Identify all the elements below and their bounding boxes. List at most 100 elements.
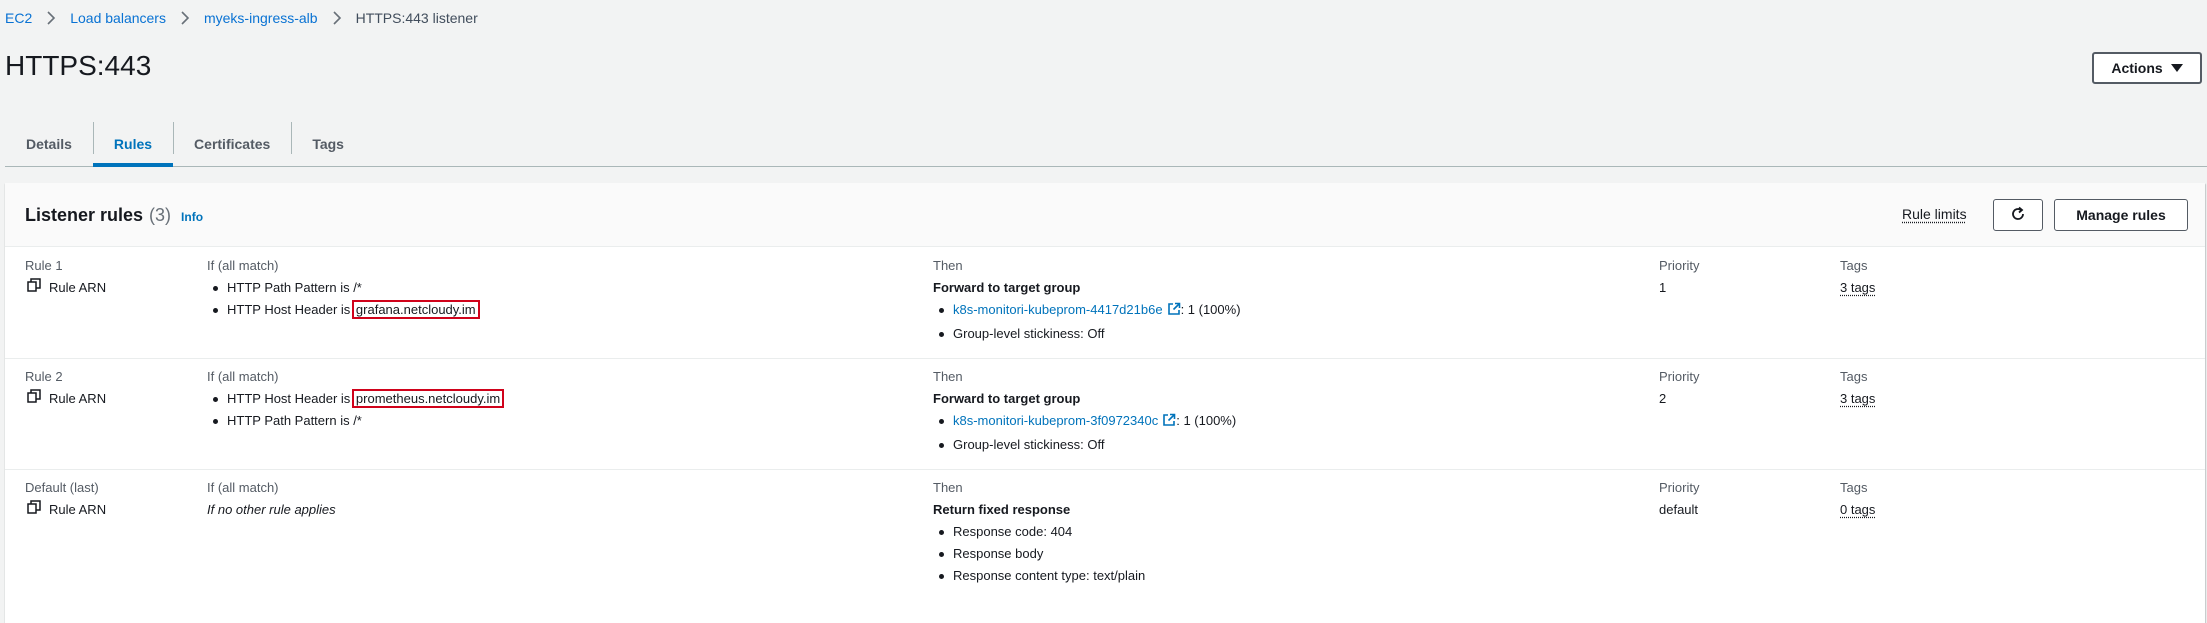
- response-item: Response content type: text/plain: [933, 565, 1633, 587]
- chevron-right-icon: [40, 8, 62, 28]
- tags-header: Tags: [1840, 366, 1875, 388]
- tags-link[interactable]: 3 tags: [1840, 280, 1875, 295]
- copy-icon: [27, 499, 41, 521]
- actions-button[interactable]: Actions: [2092, 52, 2202, 84]
- rule-arn-copy[interactable]: Rule ARN: [27, 388, 106, 410]
- rule-name: Default (last): [25, 477, 106, 499]
- caret-down-icon: [2171, 64, 2183, 72]
- copy-icon: [27, 277, 41, 299]
- rule-row: Rule 1 Rule ARN If (all match) HTTP Path…: [5, 247, 2205, 359]
- external-link-icon[interactable]: [1162, 412, 1176, 434]
- target-group-item: k8s-monitori-kubeprom-4417d21b6e : 1 (100…: [933, 299, 1633, 323]
- host-header-value: grafana.netcloudy.im: [354, 302, 478, 317]
- then-title: Return fixed response: [933, 499, 1633, 521]
- condition-text: HTTP Host Header is: [227, 391, 354, 406]
- priority-col: Priority 1: [1659, 247, 1699, 299]
- breadcrumb-load-balancer-name[interactable]: myeks-ingress-alb: [204, 8, 318, 28]
- tab-details[interactable]: Details: [5, 122, 93, 166]
- stickiness-item: Group-level stickiness: Off: [933, 434, 1633, 456]
- then-col: Then Forward to target group k8s-monitor…: [933, 247, 1633, 345]
- chevron-right-icon: [174, 8, 196, 28]
- conditions-header: If (all match): [207, 255, 907, 277]
- rule-name: Rule 1: [25, 255, 106, 277]
- rule-arn-label: Rule ARN: [49, 388, 106, 410]
- rule-arn-label: Rule ARN: [49, 499, 106, 521]
- breadcrumb-current: HTTPS:443 listener: [356, 8, 478, 28]
- host-header-value: prometheus.netcloudy.im: [354, 391, 502, 406]
- rule-name-col: Rule 1 Rule ARN: [25, 247, 106, 299]
- target-group-link[interactable]: k8s-monitori-kubeprom-4417d21b6e: [953, 302, 1163, 317]
- breadcrumb: EC2 Load balancers myeks-ingress-alb HTT…: [5, 8, 478, 28]
- conditions-col: If (all match) If no other rule applies: [207, 469, 907, 521]
- priority-header: Priority: [1659, 255, 1699, 277]
- then-title: Forward to target group: [933, 277, 1633, 299]
- rule-arn-label: Rule ARN: [49, 277, 106, 299]
- priority-value: 2: [1659, 388, 1699, 410]
- condition-item: HTTP Host Header is grafana.netcloudy.im: [207, 299, 907, 321]
- condition-item: HTTP Path Pattern is /*: [207, 277, 907, 299]
- actions-label: Actions: [2111, 60, 2162, 76]
- priority-col: Priority 2: [1659, 358, 1699, 410]
- conditions-col: If (all match) HTTP Path Pattern is /* H…: [207, 247, 907, 321]
- conditions-header: If (all match): [207, 366, 907, 388]
- condition-item: HTTP Host Header is prometheus.netcloudy…: [207, 388, 907, 410]
- refresh-icon: [2010, 206, 2026, 225]
- condition-text: HTTP Path Pattern is /*: [227, 280, 362, 295]
- tags-link[interactable]: 0 tags: [1840, 502, 1875, 517]
- tags-link[interactable]: 3 tags: [1840, 391, 1875, 406]
- tab-bar: Details Rules Certificates Tags: [5, 122, 2207, 167]
- rule-row: Rule 2 Rule ARN If (all match) HTTP Host…: [5, 358, 2205, 470]
- breadcrumb-ec2[interactable]: EC2: [5, 8, 32, 28]
- then-header: Then: [933, 366, 1633, 388]
- tab-rules[interactable]: Rules: [93, 122, 173, 166]
- target-group-item: k8s-monitori-kubeprom-3f0972340c : 1 (100…: [933, 410, 1633, 434]
- page-title: HTTPS:443: [5, 48, 151, 84]
- priority-header: Priority: [1659, 477, 1699, 499]
- target-group-link[interactable]: k8s-monitori-kubeprom-3f0972340c: [953, 413, 1158, 428]
- priority-value: 1: [1659, 277, 1699, 299]
- conditions-header: If (all match): [207, 477, 907, 499]
- then-header: Then: [933, 255, 1633, 277]
- stickiness-item: Group-level stickiness: Off: [933, 323, 1633, 345]
- tags-col: Tags 0 tags: [1840, 469, 1875, 521]
- manage-rules-button[interactable]: Manage rules: [2054, 199, 2188, 231]
- tab-certificates[interactable]: Certificates: [173, 122, 291, 166]
- priority-col: Priority default: [1659, 469, 1699, 521]
- breadcrumb-load-balancers[interactable]: Load balancers: [70, 8, 166, 28]
- priority-value: default: [1659, 499, 1699, 521]
- listener-rules-panel: Listener rules (3) Info Rule limits Mana…: [5, 183, 2205, 623]
- conditions-col: If (all match) HTTP Host Header is prome…: [207, 358, 907, 432]
- rule-arn-copy[interactable]: Rule ARN: [27, 277, 106, 299]
- chevron-right-icon: [326, 8, 348, 28]
- then-col: Then Forward to target group k8s-monitor…: [933, 358, 1633, 456]
- then-header: Then: [933, 477, 1633, 499]
- panel-title: Listener rules (3) Info: [25, 203, 203, 229]
- default-condition-text: If no other rule applies: [207, 499, 907, 521]
- response-item: Response body: [933, 543, 1633, 565]
- tags-col: Tags 3 tags: [1840, 247, 1875, 299]
- external-link-icon[interactable]: [1167, 301, 1181, 323]
- rule-limits-link[interactable]: Rule limits: [1902, 206, 1967, 222]
- rule-name: Rule 2: [25, 366, 106, 388]
- condition-item: HTTP Path Pattern is /*: [207, 410, 907, 432]
- rules-count: (3): [149, 203, 171, 227]
- refresh-button[interactable]: [1993, 199, 2043, 231]
- rule-name-col: Default (last) Rule ARN: [25, 469, 106, 521]
- copy-icon: [27, 388, 41, 410]
- rule-row-default: Default (last) Rule ARN If (all match) I…: [5, 469, 2205, 609]
- condition-text: HTTP Path Pattern is /*: [227, 413, 362, 428]
- tags-col: Tags 3 tags: [1840, 358, 1875, 410]
- priority-header: Priority: [1659, 366, 1699, 388]
- target-weight: : 1 (100%): [1181, 302, 1241, 317]
- rule-arn-copy[interactable]: Rule ARN: [27, 499, 106, 521]
- tab-tags[interactable]: Tags: [291, 122, 365, 166]
- panel-header: Listener rules (3) Info Rule limits Mana…: [5, 183, 2205, 247]
- panel-title-text: Listener rules: [25, 203, 143, 227]
- then-col: Then Return fixed response Response code…: [933, 469, 1633, 587]
- info-link[interactable]: Info: [181, 205, 203, 229]
- then-title: Forward to target group: [933, 388, 1633, 410]
- rule-name-col: Rule 2 Rule ARN: [25, 358, 106, 410]
- target-weight: : 1 (100%): [1176, 413, 1236, 428]
- condition-text: HTTP Host Header is: [227, 302, 354, 317]
- tags-header: Tags: [1840, 477, 1875, 499]
